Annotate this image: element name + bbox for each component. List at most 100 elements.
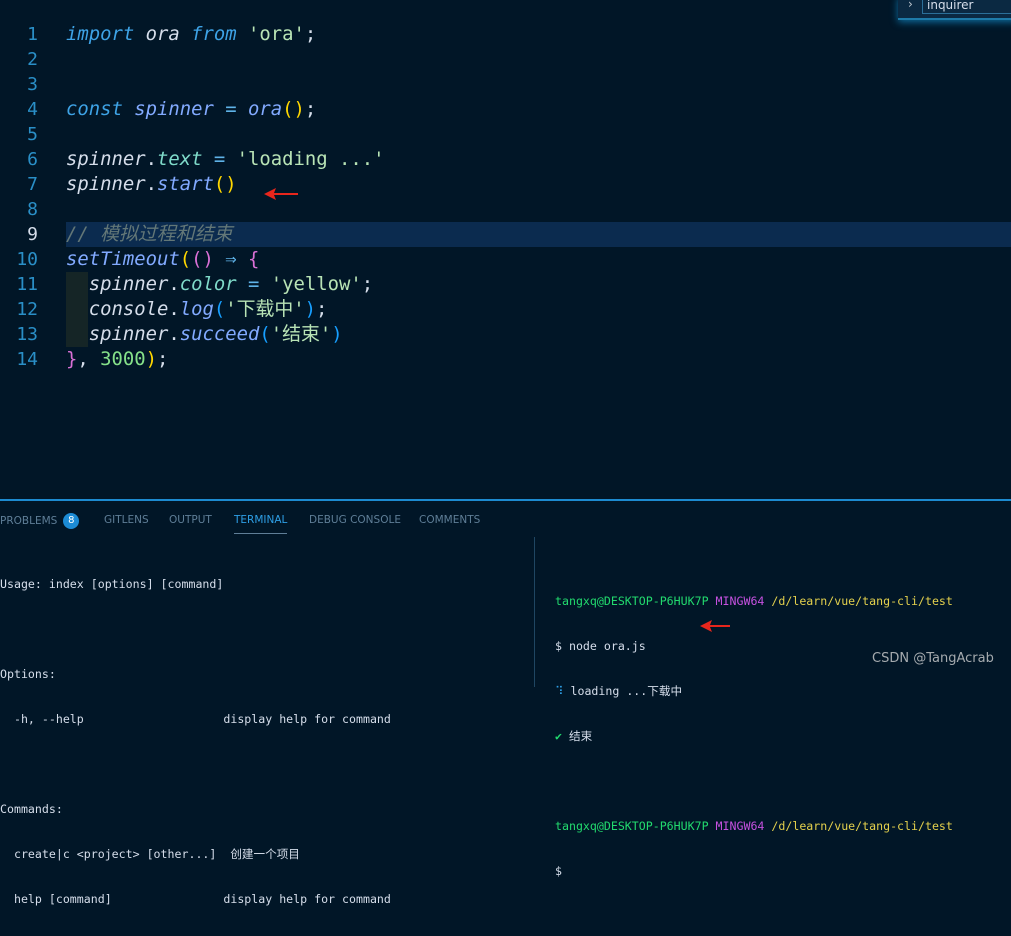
code-line[interactable]: 3 xyxy=(0,72,1011,97)
outline-widget[interactable]: › inquirer xyxy=(898,0,1011,20)
code-token: ⇒ xyxy=(225,248,237,270)
prompt-user: tangxq@DESKTOP-P6HUK7P xyxy=(555,594,709,608)
line-number: 2 xyxy=(27,49,38,70)
prompt-env: MINGW64 xyxy=(715,819,765,833)
terminal-prompt: tangxq@DESKTOP-P6HUK7P MINGW64 /d/learn/… xyxy=(555,593,953,610)
chevron-right-icon[interactable]: › xyxy=(908,0,913,11)
tab-debug-console[interactable]: DEBUG CONSOLE xyxy=(309,513,401,533)
code-text: import ora from 'ora'; xyxy=(66,22,1011,47)
code-token: . xyxy=(145,173,157,195)
annotation-arrow-terminal xyxy=(700,620,730,632)
code-line[interactable]: 14 }, 3000); xyxy=(0,347,1011,372)
line-number: 14 xyxy=(16,349,38,370)
line-number: 4 xyxy=(27,99,38,120)
line-number: 6 xyxy=(27,149,38,170)
code-token: '结束' xyxy=(270,323,332,345)
line-number: 11 xyxy=(16,274,38,295)
line-number: 9 xyxy=(27,224,38,245)
code-line[interactable]: 1 import ora from 'ora'; xyxy=(0,22,1011,47)
code-token: // 模拟过程和结束 xyxy=(66,223,233,245)
code-text: spinner.start() xyxy=(66,172,1011,197)
code-token: start xyxy=(157,173,214,195)
code-line[interactable]: 4 const spinner = ora(); xyxy=(0,97,1011,122)
tab-comments[interactable]: COMMENTS xyxy=(419,513,480,533)
terminal-split-divider[interactable] xyxy=(534,537,535,687)
tab-terminal[interactable]: TERMINAL xyxy=(234,513,288,534)
code-line[interactable]: 12 console.log('下载中'); xyxy=(0,297,1011,322)
code-token: . xyxy=(168,298,180,320)
spinner-icon: ⠹ xyxy=(555,684,564,698)
tab-problems[interactable]: PROBLEMS 8 xyxy=(0,513,80,533)
code-token: 'ora' xyxy=(248,23,305,45)
tab-output[interactable]: OUTPUT xyxy=(169,513,212,533)
code-token: spinner xyxy=(88,323,169,345)
prompt-path: /d/learn/vue/tang-cli/test xyxy=(771,594,953,608)
code-token: color xyxy=(179,273,237,295)
code-line[interactable]: 5 xyxy=(0,122,1011,147)
code-line[interactable]: 6 spinner.text = 'loading ...' xyxy=(0,147,1011,172)
code-token: ( xyxy=(259,323,271,345)
code-line[interactable]: 9 // 模拟过程和结束 xyxy=(0,222,1011,247)
code-token: ; xyxy=(157,348,169,370)
code-token: text xyxy=(157,148,203,170)
terminal-line: Options: xyxy=(0,667,56,681)
outline-label: inquirer xyxy=(922,0,1011,14)
code-token: ( xyxy=(179,248,192,270)
code-token: ora xyxy=(145,23,180,45)
code-text: // 模拟过程和结束 xyxy=(66,222,1011,247)
code-text: }, 3000); xyxy=(66,347,1011,372)
checkmark-icon: ✔ xyxy=(555,729,562,743)
code-token: { xyxy=(247,248,260,270)
code-token: ( xyxy=(213,298,226,320)
line-number: 1 xyxy=(27,24,38,45)
code-token: . xyxy=(145,148,157,170)
code-text: spinner.succeed('结束') xyxy=(66,322,1011,347)
terminal-right[interactable]: tangxq@DESKTOP-P6HUK7P MINGW64 /d/learn/… xyxy=(555,565,953,908)
problems-count-badge: 8 xyxy=(63,513,80,529)
code-text: const spinner = ora(); xyxy=(66,97,1011,122)
watermark: CSDN @TangAcrab xyxy=(872,651,994,666)
code-token: import xyxy=(66,23,135,45)
code-token: ; xyxy=(304,98,317,120)
loading-text: loading ...下载中 xyxy=(570,684,683,698)
code-line[interactable]: 11 spinner.color = 'yellow'; xyxy=(0,272,1011,297)
terminal-line: create|c <project> [other...] 创建一个项目 xyxy=(0,847,300,861)
code-line[interactable]: 7 spinner.start() xyxy=(0,172,1011,197)
code-token: spinner xyxy=(134,98,214,120)
panel-tabs: PROBLEMS 8 GITLENS OUTPUT TERMINAL DEBUG … xyxy=(0,501,1011,537)
code-text: spinner.color = 'yellow'; xyxy=(66,272,1011,297)
terminal-line: $ xyxy=(555,864,562,878)
code-line[interactable]: 2 xyxy=(0,47,1011,72)
code-line[interactable]: 10 setTimeout(() ⇒ { xyxy=(0,247,1011,272)
code-line[interactable]: 8 xyxy=(0,197,1011,222)
code-token: ) xyxy=(331,323,343,345)
code-text: spinner.text = 'loading ...' xyxy=(66,147,1011,172)
code-token: ; xyxy=(316,298,328,320)
code-token: ora xyxy=(248,98,283,120)
code-token: ; xyxy=(304,23,317,45)
code-text: console.log('下载中'); xyxy=(66,297,1011,322)
prompt-user: tangxq@DESKTOP-P6HUK7P xyxy=(555,819,709,833)
code-line[interactable]: 13 spinner.succeed('结束') xyxy=(0,322,1011,347)
code-token: 3000 xyxy=(100,348,146,370)
line-number: 7 xyxy=(27,174,38,195)
code-editor[interactable]: 1 import ora from 'ora'; 2 3 4 const spinner … xyxy=(0,0,1011,500)
code-token: spinner xyxy=(88,273,169,295)
terminal-line: ⠹ loading ...下载中 xyxy=(555,683,953,700)
tab-gitlens[interactable]: GITLENS xyxy=(104,513,149,533)
terminal-line: Usage: index [options] [command] xyxy=(0,577,224,591)
terminal-left[interactable]: Usage: index [options] [command] Options… xyxy=(0,548,391,936)
